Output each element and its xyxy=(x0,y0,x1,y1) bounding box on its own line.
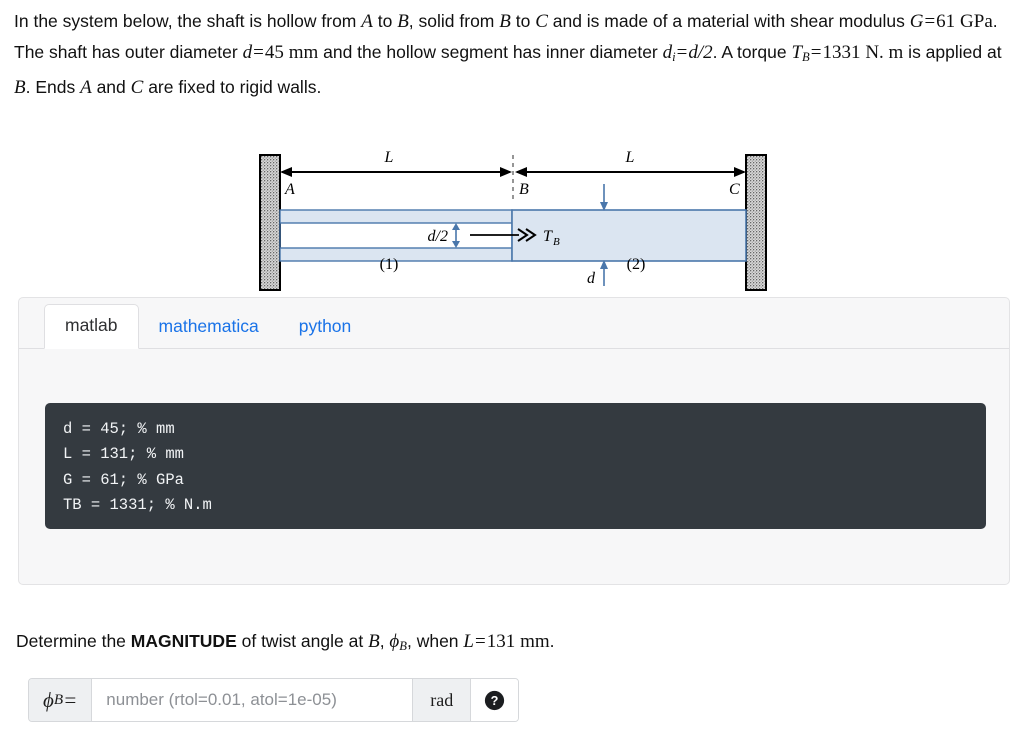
tab-mathematica-label: mathematica xyxy=(158,315,259,336)
question-L-equals: = xyxy=(474,631,486,652)
unit-d: mm xyxy=(288,42,319,63)
dimension-arrow-left-end xyxy=(500,167,512,177)
statement-text-9: is applied at xyxy=(903,42,1002,62)
answer-variable-label: ϕB = xyxy=(29,679,93,721)
inner-diameter-arrow-down xyxy=(452,241,460,248)
symbol-di: d xyxy=(662,42,673,63)
code-block: d = 45; % mm L = 131; % mm G = 61; % GPa… xyxy=(45,402,986,529)
label-L-left: L xyxy=(384,149,394,166)
equals-d: = xyxy=(253,42,264,63)
question-comma: , xyxy=(379,631,390,651)
problem-statement: In the system below, the shaft is hollow… xyxy=(14,6,1010,103)
question-period: . xyxy=(549,631,555,651)
question-text-pre: Determine the xyxy=(16,631,131,651)
statement-text-4: to xyxy=(510,11,536,31)
question-point-B: B xyxy=(368,631,380,652)
label-A: A xyxy=(284,181,295,198)
statement-text-5: and is made of a material with shear mod… xyxy=(547,11,910,31)
label-C: C xyxy=(729,181,740,198)
statement-text-7: and the hollow segment has inner diamete… xyxy=(318,42,663,62)
statement-text-1: In the system below, the shaft is hollow… xyxy=(14,11,362,31)
dimension-arrow-left-start xyxy=(280,167,292,177)
question-emphasis: MAGNITUDE xyxy=(130,631,237,651)
symbol-C-2: C xyxy=(130,76,144,98)
answer-unit-label: rad xyxy=(412,679,471,721)
answer-input-group: ϕB = rad ? xyxy=(28,678,520,722)
subscript-TB: B xyxy=(802,49,810,64)
label-torque-subscript: B xyxy=(553,236,560,248)
answer-phi-symbol: ϕ xyxy=(43,687,54,712)
dimension-arrow-right-end xyxy=(734,167,746,177)
unit-G: GPa xyxy=(960,11,993,32)
question-phi-symbol: ϕ xyxy=(389,631,400,652)
shaft-diagram-svg: L L A B C d/2 d T B (1) (2) xyxy=(259,149,767,291)
symbol-C: C xyxy=(535,11,548,32)
symbol-B: B xyxy=(397,11,409,32)
shaft-diagram: L L A B C d/2 d T B (1) (2) xyxy=(0,138,1024,296)
answer-phi-subscript: B xyxy=(53,691,64,708)
equals-G: = xyxy=(924,11,936,32)
inner-diameter-arrow-up xyxy=(452,223,460,230)
symbol-A-2: A xyxy=(80,76,92,98)
svg-text:?: ? xyxy=(491,694,499,708)
equals-di: = xyxy=(676,42,688,63)
label-segment-2: (2) xyxy=(627,256,646,273)
statement-text-8: . A torque xyxy=(712,42,792,62)
problem-page: In the system below, the shaft is hollow… xyxy=(0,0,1024,745)
dimension-arrow-right-start xyxy=(515,167,527,177)
label-d-half: d/2 xyxy=(428,228,448,245)
label-L-right: L xyxy=(625,149,635,166)
statement-text-10: . Ends xyxy=(25,76,81,97)
help-button[interactable]: ? xyxy=(470,679,519,721)
symbol-A: A xyxy=(361,11,373,32)
question-L-unit: mm xyxy=(520,631,550,652)
value-T: 1331 xyxy=(822,42,861,63)
code-snippet-card: matlab mathematica python d = 45; % mm L… xyxy=(18,297,1010,585)
question-L-value: 131 xyxy=(486,631,516,652)
equals-T: = xyxy=(810,42,822,63)
value-di: d/2 xyxy=(688,42,713,63)
label-torque: T xyxy=(543,228,553,245)
question-L-symbol: L xyxy=(463,631,474,652)
left-wall xyxy=(259,154,281,291)
tab-matlab-label: matlab xyxy=(65,314,118,335)
tab-matlab[interactable]: matlab xyxy=(44,303,139,349)
label-segment-1: (1) xyxy=(380,256,399,273)
label-B: B xyxy=(519,181,529,198)
question-mark-circle-icon: ? xyxy=(485,690,505,710)
symbol-T: T xyxy=(791,42,803,63)
statement-text-3: , solid from xyxy=(408,11,500,31)
symbol-G: G xyxy=(909,11,924,32)
symbol-B-3: B xyxy=(14,76,26,98)
value-d: 45 xyxy=(264,42,284,63)
unit-T: N. m xyxy=(865,42,904,63)
answer-equals-sign: = xyxy=(63,687,78,712)
label-d: d xyxy=(587,270,596,287)
tab-python-label: python xyxy=(298,315,352,336)
statement-text-11: and xyxy=(91,76,131,97)
language-tab-bar: matlab mathematica python xyxy=(19,298,1009,349)
question-text-when: , when xyxy=(406,631,464,651)
answer-value-input[interactable] xyxy=(92,679,413,721)
question-phi-subscript: B xyxy=(399,638,407,653)
statement-text-12: are fixed to rigid walls. xyxy=(143,76,322,97)
hollow-shaft-top-wall xyxy=(279,209,513,224)
symbol-d: d xyxy=(242,42,253,63)
tab-python[interactable]: python xyxy=(279,306,372,349)
symbol-B-2: B xyxy=(499,11,511,32)
question-prompt: Determine the MAGNITUDE of twist angle a… xyxy=(16,628,1006,659)
value-G: 61 xyxy=(936,11,956,32)
right-wall xyxy=(745,154,767,291)
statement-text-2: to xyxy=(372,11,398,31)
tab-mathematica[interactable]: mathematica xyxy=(139,306,279,349)
question-text-mid: of twist angle at xyxy=(236,631,369,651)
